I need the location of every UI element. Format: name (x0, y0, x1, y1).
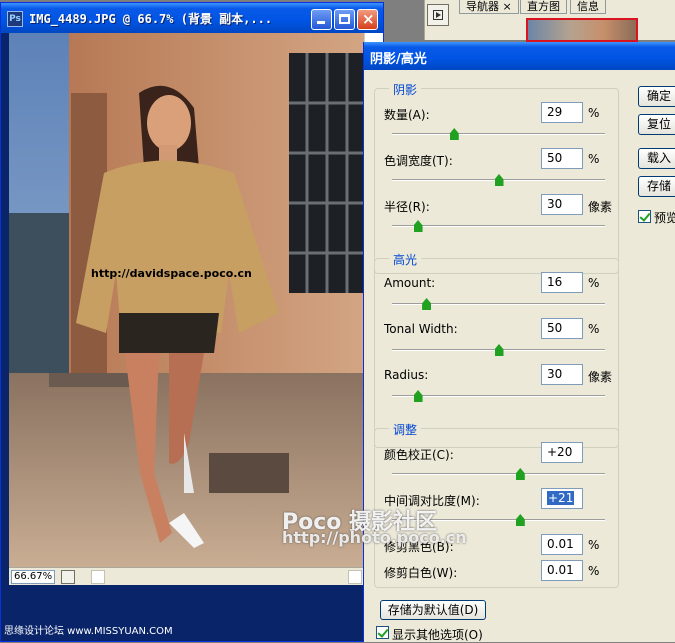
shadows-radius-input[interactable]: 30 (541, 194, 583, 215)
highlights-tonal-width-label: Tonal Width: (384, 322, 458, 336)
highlights-tonal-width-unit: % (588, 322, 600, 336)
palette-toggle-button[interactable] (427, 4, 449, 26)
highlights-tonal-width-slider[interactable] (392, 344, 605, 356)
show-more-options-label: 显示其他选项(O) (392, 628, 483, 642)
shadows-amount-slider[interactable] (392, 128, 605, 140)
preview-checkbox[interactable] (638, 210, 651, 223)
scroll-right-button[interactable] (348, 570, 362, 584)
shadows-amount-label: 数量(A): (384, 108, 430, 122)
shadows-radius-label: 半径(R): (384, 200, 430, 214)
shadows-amount-unit: % (588, 106, 600, 120)
highlights-tonal-width-input[interactable]: 50 (541, 318, 583, 339)
slider-thumb[interactable] (494, 344, 504, 356)
highlights-radius-unit: 像素 (588, 370, 613, 384)
zoom-level-field[interactable]: 66.67% (11, 570, 55, 584)
photo-illustration (9, 33, 364, 567)
highlights-amount-label: Amount: (384, 276, 436, 290)
highlights-radius-input[interactable]: 30 (541, 364, 583, 385)
highlights-amount-input[interactable]: 16 (541, 272, 583, 293)
status-menu-button[interactable] (61, 570, 75, 584)
shadows-amount-input[interactable]: 29 (541, 102, 583, 123)
shadows-radius-slider[interactable] (392, 220, 605, 232)
slider-thumb[interactable] (422, 298, 432, 310)
highlights-amount-unit: % (588, 276, 600, 290)
scroll-left-button[interactable] (91, 570, 105, 584)
adjustments-group-title: 调整 (389, 421, 422, 438)
highlights-radius-label: Radius: (384, 368, 429, 382)
image-canvas[interactable]: http://davidspace.poco.cn (9, 33, 364, 567)
maximize-button[interactable] (334, 9, 355, 30)
shadows-radius-unit: 像素 (588, 200, 613, 214)
watermark-url-text: http://photo.poco.cn (282, 528, 467, 547)
ok-button[interactable]: 确定 (638, 86, 675, 107)
document-status-bar: 66.67% (9, 567, 364, 585)
slider-thumb[interactable] (449, 128, 459, 140)
close-button[interactable]: × (357, 9, 378, 30)
color-correction-label: 颜色校正(C): (384, 448, 454, 462)
shadows-tonal-width-unit: % (588, 152, 600, 166)
play-icon (433, 10, 443, 20)
reset-button[interactable]: 复位 (638, 114, 675, 135)
shadows-tonal-width-label: 色调宽度(T): (384, 154, 453, 168)
midtone-contrast-selected-text: +21 (547, 491, 575, 505)
photoshop-app-icon: Ps (7, 11, 23, 27)
footer-credit: 思缘设计论坛 www.MISSYUAN.COM (4, 626, 173, 637)
dialog-titlebar[interactable]: 阴影/高光 (364, 42, 675, 70)
slider-thumb[interactable] (413, 220, 423, 232)
slider-thumb[interactable] (413, 390, 423, 402)
clip-white-input[interactable]: 0.01 (541, 560, 583, 581)
color-correction-input[interactable]: +20 (541, 442, 583, 463)
clip-white-label: 修剪白色(W): (384, 566, 458, 580)
shadows-tonal-width-slider[interactable] (392, 174, 605, 186)
dialog-title: 阴影/高光 (370, 52, 427, 67)
slider-thumb[interactable] (515, 468, 525, 480)
clip-black-unit: % (588, 538, 600, 552)
document-title: IMG_4489.JPG @ 66.7% (背景 副本,... (29, 12, 273, 26)
shadows-tonal-width-input[interactable]: 50 (541, 148, 583, 169)
highlights-amount-slider[interactable] (392, 298, 605, 310)
tab-navigator[interactable]: 导航器 × (459, 0, 519, 14)
midtone-contrast-input[interactable]: +21 (541, 488, 583, 509)
load-button[interactable]: 载入 (638, 148, 675, 169)
save-button[interactable]: 存储 (638, 176, 675, 197)
color-correction-slider[interactable] (392, 468, 605, 480)
preview-label: 预览 (654, 211, 675, 225)
slider-thumb[interactable] (494, 174, 504, 186)
show-more-options-checkbox[interactable] (376, 626, 389, 639)
shadow-highlight-dialog: 阴影/高光 阴影 数量(A): 29 % 色调宽度(T): 50 % 半径(R)… (363, 42, 675, 642)
highlights-group: 高光 Amount: 16 % Tonal Width: 50 % Radius… (374, 251, 619, 448)
close-icon[interactable]: × (503, 0, 512, 13)
tab-navigator-label: 导航器 (466, 0, 499, 13)
close-icon: × (362, 10, 375, 28)
navigator-thumbnail[interactable] (526, 18, 638, 42)
highlights-radius-slider[interactable] (392, 390, 605, 402)
document-titlebar[interactable]: Ps IMG_4489.JPG @ 66.7% (背景 副本,... × (1, 3, 383, 33)
slider-thumb[interactable] (515, 514, 525, 526)
minimize-button[interactable] (311, 9, 332, 30)
shadows-group: 阴影 数量(A): 29 % 色调宽度(T): 50 % 半径(R): 30 像… (374, 81, 619, 274)
clip-white-unit: % (588, 564, 600, 578)
tab-histogram[interactable]: 直方图 (520, 0, 567, 14)
highlights-group-title: 高光 (389, 251, 422, 268)
save-as-defaults-button[interactable]: 存储为默认值(D) (380, 600, 486, 620)
image-credit-text: http://davidspace.poco.cn (91, 267, 252, 280)
clip-black-input[interactable]: 0.01 (541, 534, 583, 555)
shadows-group-title: 阴影 (389, 81, 422, 98)
tab-info[interactable]: 信息 (570, 0, 606, 14)
